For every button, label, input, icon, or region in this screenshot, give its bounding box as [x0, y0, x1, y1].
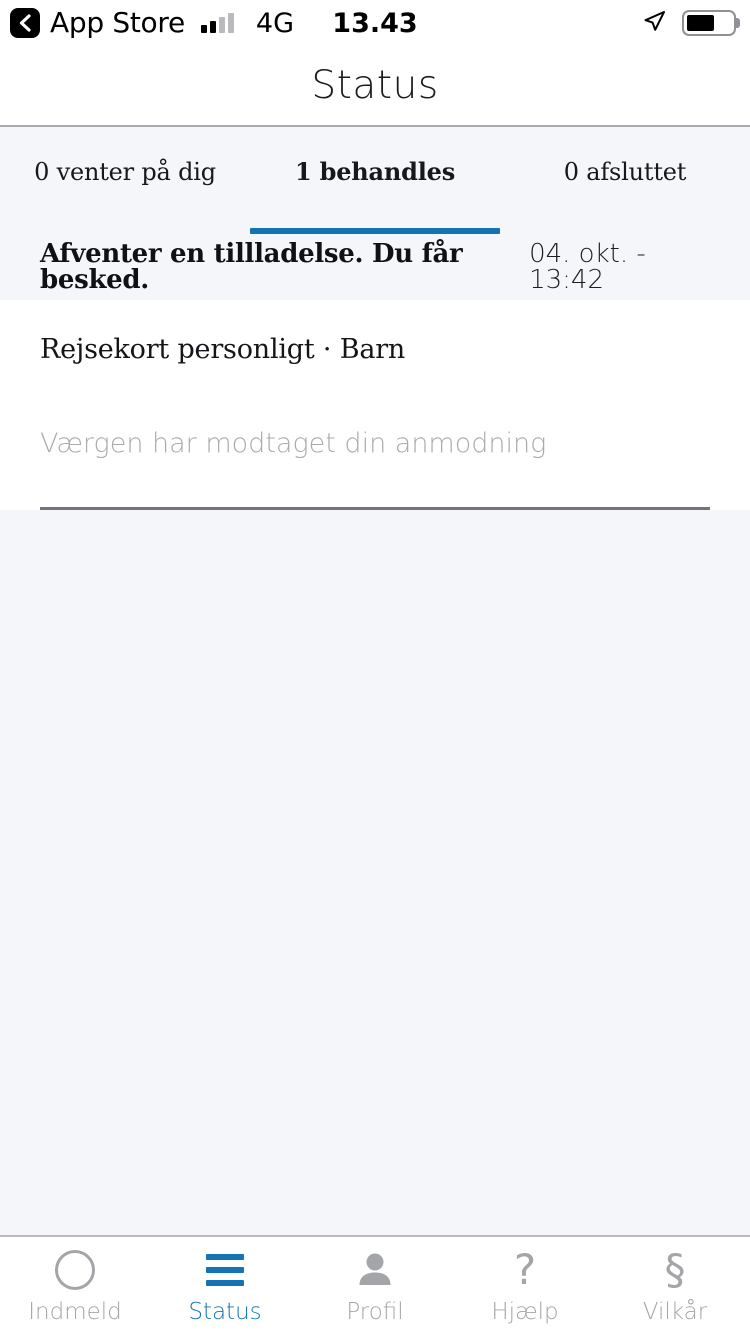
- chevron-left-icon: [18, 14, 32, 32]
- status-bar: App Store 4G 13.43: [0, 0, 750, 46]
- tab-label: 0 afsluttet: [563, 158, 687, 186]
- request-timestamp: 04. okt. - 13:42: [529, 239, 646, 295]
- carrier-label: 4G: [255, 7, 295, 39]
- request-status-header[interactable]: Afventer en tillladelse. Du får besked. …: [0, 234, 750, 300]
- tabbar-item-indmeld[interactable]: Indmeld: [0, 1237, 150, 1334]
- tabbar-item-hjaelp[interactable]: ? Hjælp: [450, 1237, 600, 1334]
- tabbar-item-status[interactable]: Status: [150, 1237, 300, 1334]
- request-note-label: Værgen har modtaget din anmodning: [40, 428, 547, 460]
- person-icon: [351, 1248, 399, 1292]
- navigation-bar: Status: [0, 46, 750, 127]
- location-arrow-icon: [640, 7, 668, 39]
- tab-label: 1 behandles: [294, 157, 456, 186]
- status-tab-strip: 0 venter på dig 1 behandles 0 afsluttet: [0, 127, 750, 234]
- status-bar-left: App Store 4G: [10, 8, 294, 38]
- tab-behandles[interactable]: 1 behandles: [250, 127, 500, 234]
- battery-icon: [682, 10, 740, 36]
- section-sign-icon: §: [664, 1244, 686, 1294]
- back-to-app-store-button[interactable]: [10, 8, 40, 38]
- status-bar-right: [640, 7, 740, 39]
- question-mark-icon: ?: [513, 1244, 537, 1294]
- tabbar-item-vilkaar[interactable]: § Vilkår: [600, 1237, 750, 1334]
- tabbar-label: Hjælp: [491, 1298, 559, 1325]
- tabbar-item-profil[interactable]: Profil: [300, 1237, 450, 1334]
- list-bars-icon: [201, 1248, 249, 1292]
- app-root: App Store 4G 13.43 Status 0 venter på di: [0, 0, 750, 1334]
- back-app-label[interactable]: App Store: [50, 9, 185, 37]
- request-product-label: Rejsekort personligt · Barn: [40, 334, 406, 365]
- active-tab-indicator: [250, 228, 500, 234]
- circle-outline-icon: [51, 1248, 99, 1292]
- tabbar-label: Profil: [346, 1298, 404, 1325]
- tab-afsluttet[interactable]: 0 afsluttet: [500, 127, 750, 234]
- cellular-signal-icon: [200, 13, 234, 33]
- tabbar-label: Indmeld: [28, 1298, 122, 1325]
- bottom-tab-bar: Indmeld Status Profil ? Hjælp § Vilkår: [0, 1235, 750, 1334]
- content-area: Afventer en tillladelse. Du får besked. …: [0, 234, 750, 1235]
- tab-venter-paa-dig[interactable]: 0 venter på dig: [0, 127, 250, 234]
- tabbar-label: Status: [188, 1298, 262, 1325]
- tab-label: 0 venter på dig: [34, 158, 216, 186]
- request-status-title: Afventer en tillladelse. Du får besked.: [40, 239, 463, 295]
- empty-space: [0, 509, 750, 1235]
- tabbar-label: Vilkår: [642, 1298, 708, 1325]
- request-card-body[interactable]: Rejsekort personligt · Barn Værgen har m…: [0, 300, 750, 510]
- page-title: Status: [311, 63, 439, 108]
